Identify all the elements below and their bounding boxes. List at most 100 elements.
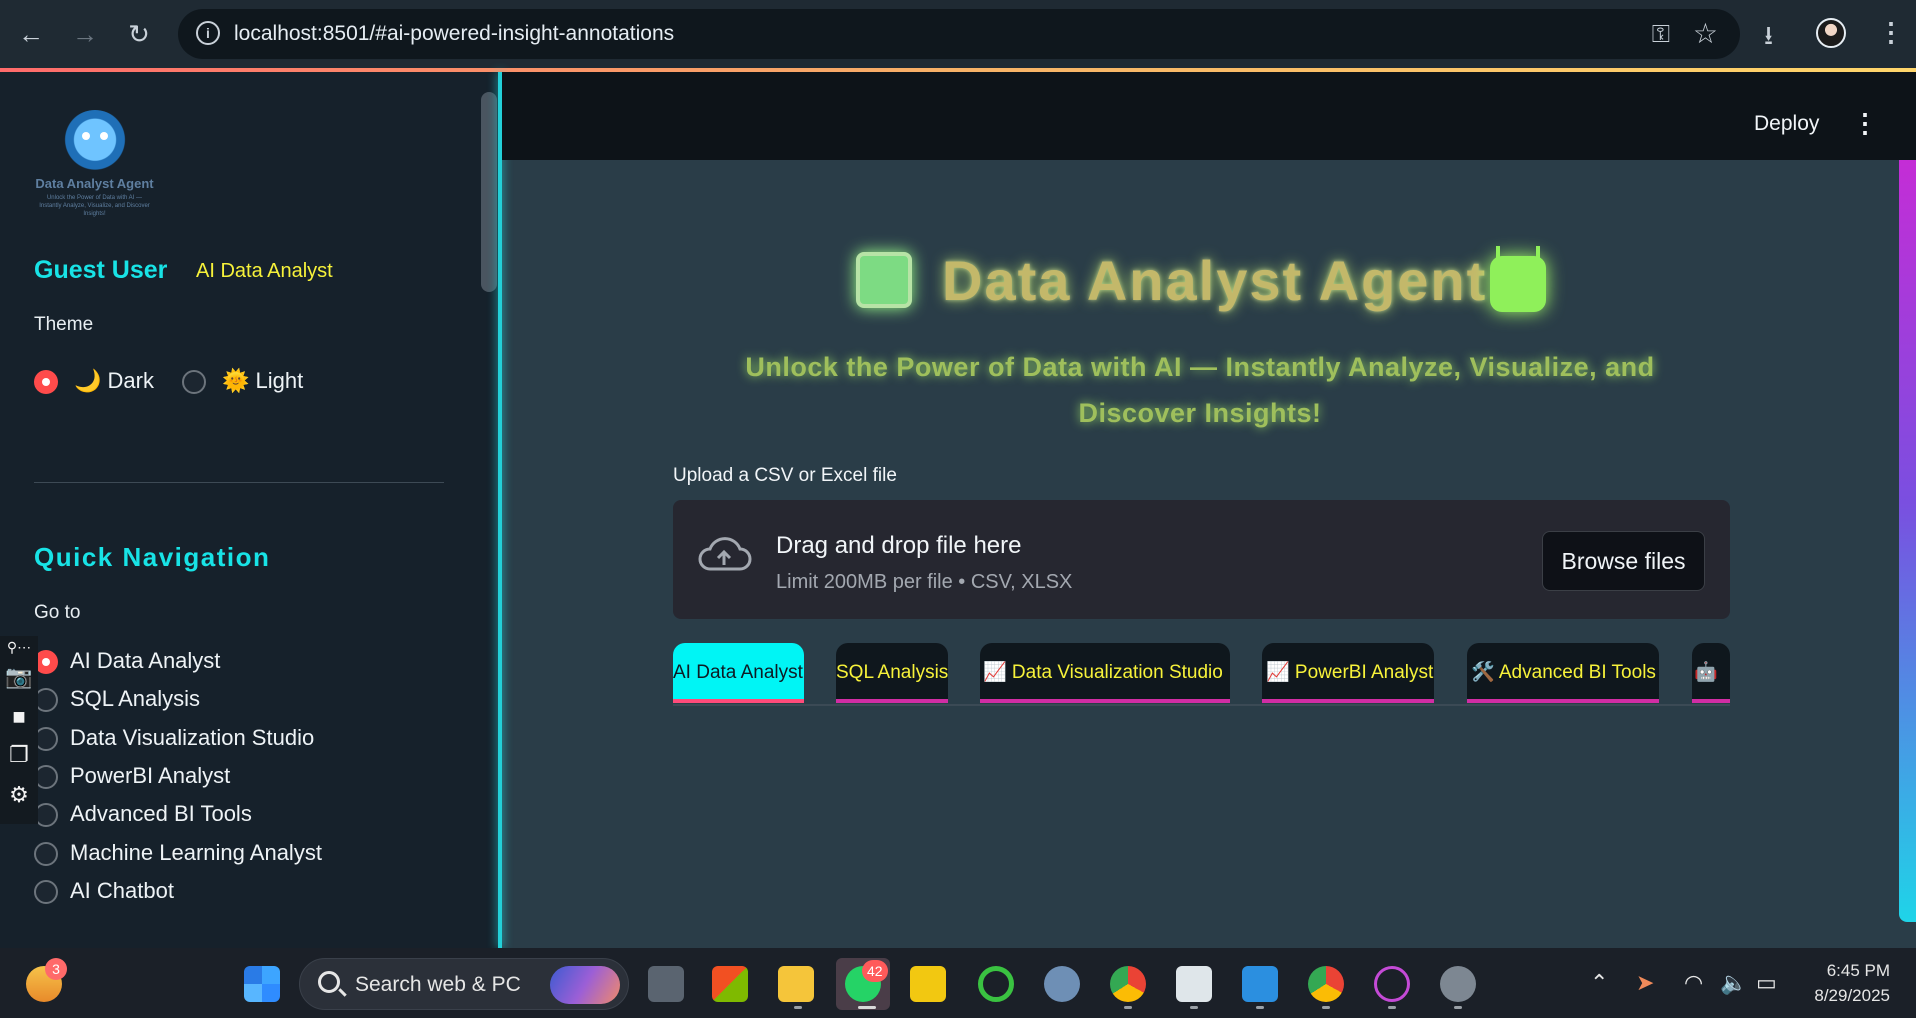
- settings-icon[interactable]: [1440, 966, 1476, 1002]
- robot-icon: [1490, 246, 1546, 312]
- user-role: AI Data Analyst: [196, 260, 333, 282]
- tab-powerbi-analyst[interactable]: 📈 PowerBI Analyst: [1262, 643, 1434, 703]
- sidebar-scrollbar[interactable]: [481, 92, 497, 292]
- hero-subtitle: Unlock the Power of Data with AI — Insta…: [745, 352, 1655, 428]
- nav-option-advanced-bi-tools[interactable]: Advanced BI Tools: [70, 801, 252, 827]
- logo-subtitle: Unlock the Power of Data with AI — Insta…: [39, 195, 150, 217]
- browse-files-button[interactable]: Browse files: [1542, 531, 1705, 591]
- theme-light-radio[interactable]: [182, 370, 206, 394]
- browser-toolbar: ← → ↻ i localhost:8501/#ai-powered-insig…: [0, 0, 1916, 70]
- window-app-icon[interactable]: [1176, 966, 1212, 1002]
- tab-sql-analysis[interactable]: SQL Analysis: [836, 643, 948, 703]
- camera-icon[interactable]: 📷: [5, 666, 33, 688]
- sun-icon: 🌞: [222, 368, 250, 393]
- vscode-running-indicator: [1256, 1006, 1264, 1009]
- download-icon[interactable]: ⭳: [1764, 17, 1773, 61]
- os-taskbar: [0, 948, 1916, 1018]
- video-camera-icon[interactable]: ■: [5, 706, 33, 728]
- chrome-running-indicator: [1124, 1006, 1132, 1009]
- green-square-icon: [856, 252, 912, 308]
- dropzone-title: Drag and drop file here: [776, 532, 1022, 559]
- main-scrollbar[interactable]: [1899, 160, 1916, 922]
- vscode-icon[interactable]: [1242, 966, 1278, 1002]
- forward-icon[interactable]: →: [68, 17, 102, 51]
- nav-option-powerbi-analyst[interactable]: PowerBI Analyst: [70, 763, 230, 789]
- settings-gear-icon[interactable]: ⚙: [5, 784, 33, 806]
- upload-label: Upload a CSV or Excel file: [673, 465, 897, 486]
- goto-label: Go to: [34, 602, 81, 623]
- nav-radio-ai-chatbot[interactable]: [34, 880, 58, 904]
- address-bar[interactable]: i localhost:8501/#ai-powered-insight-ann…: [178, 9, 1740, 59]
- chrome-profile-running-indicator: [1322, 1006, 1330, 1009]
- tab-ai-data-analyst[interactable]: AI Data Analyst: [673, 643, 804, 703]
- nav-radio-machine-learning-analyst[interactable]: [34, 842, 58, 866]
- task-view-icon[interactable]: [648, 966, 684, 1002]
- battery-icon[interactable]: ▭: [1756, 970, 1777, 996]
- theme-light-label: Light: [255, 368, 304, 393]
- volume-icon[interactable]: 🔈: [1720, 970, 1747, 996]
- robot-logo-icon: [62, 110, 128, 176]
- tab-advanced-bi-tools[interactable]: 🛠️ Advanced BI Tools: [1467, 643, 1659, 703]
- tab-robot-partial[interactable]: 🤖: [1692, 643, 1730, 703]
- clock-time: 6:45 PM: [1826, 961, 1890, 980]
- theme-label: Theme: [34, 314, 94, 335]
- password-key-icon[interactable]: ⚿: [1652, 21, 1670, 49]
- user-name: Guest User: [34, 256, 168, 284]
- moon-icon: 🌙: [74, 368, 102, 393]
- taskbar-search[interactable]: Search web & PC: [299, 958, 629, 1010]
- tray-expand-icon[interactable]: ⌃: [1590, 970, 1608, 996]
- theme-dark-label: Dark: [107, 368, 154, 393]
- windows-icon[interactable]: ❐: [5, 744, 33, 766]
- media-player-running-indicator: [1388, 1006, 1396, 1009]
- tab-data-visualization-studio[interactable]: 📈 Data Visualization Studio: [980, 643, 1230, 703]
- search-placeholder: Search web & PC: [355, 973, 521, 996]
- hero-title: Data Analyst Agent: [942, 249, 1488, 312]
- tabs-baseline: [673, 704, 1730, 706]
- browser-menu-icon[interactable]: ⋮: [1878, 17, 1904, 48]
- sidebar: Data Analyst Agent Unlock the Power of D…: [0, 72, 498, 948]
- nav-option-ai-chatbot[interactable]: AI Chatbot: [70, 878, 174, 904]
- windows-start-icon[interactable]: [244, 966, 280, 1002]
- kebab-menu-icon[interactable]: ⋮: [1852, 108, 1878, 138]
- circular-app-icon[interactable]: [978, 966, 1014, 1002]
- nav-option-sql-analysis[interactable]: SQL Analysis: [70, 686, 200, 712]
- sidebar-divider: [34, 482, 444, 483]
- theme-dark-option[interactable]: 🌙 Dark: [74, 368, 154, 394]
- bookmark-star-icon[interactable]: ☆: [1693, 17, 1718, 50]
- chrome-profile-icon[interactable]: [1308, 966, 1344, 1002]
- microsoft-store-icon[interactable]: [712, 966, 748, 1002]
- window-app-running-indicator: [1190, 1006, 1198, 1009]
- file-explorer-icon[interactable]: [778, 966, 814, 1002]
- back-icon[interactable]: ←: [14, 17, 48, 51]
- app-logo: Data Analyst Agent Unlock the Power of D…: [32, 110, 157, 225]
- clock-date: 8/29/2025: [1814, 986, 1890, 1005]
- dropzone-limit: Limit 200MB per file • CSV, XLSX: [776, 571, 1073, 593]
- nav-option-ai-data-analyst[interactable]: AI Data Analyst: [70, 648, 220, 674]
- nav-option-data-visualization-studio[interactable]: Data Visualization Studio: [70, 725, 314, 751]
- theme-light-option[interactable]: 🌞 Light: [222, 368, 303, 394]
- system-clock[interactable]: 6:45 PM 8/29/2025: [1790, 958, 1890, 1008]
- search-highlight-art: [550, 966, 620, 1004]
- app-header: [502, 72, 1916, 160]
- more-options-icon[interactable]: ⚲⋯: [5, 636, 33, 658]
- profile-avatar[interactable]: [1816, 18, 1846, 48]
- chrome-icon[interactable]: [1110, 966, 1146, 1002]
- site-info-icon[interactable]: i: [196, 21, 220, 45]
- theme-dark-radio[interactable]: [34, 370, 58, 394]
- reload-icon[interactable]: ↻: [122, 17, 156, 51]
- wifi-icon[interactable]: ◠: [1684, 970, 1703, 996]
- logo-title: Data Analyst Agent: [35, 176, 154, 191]
- whatsapp-badge: 42: [862, 960, 888, 982]
- media-player-icon[interactable]: [1374, 966, 1410, 1002]
- location-arrow-icon[interactable]: ➤: [1636, 970, 1654, 996]
- whatsapp-running-indicator: [858, 1006, 876, 1009]
- postgres-elephant-icon[interactable]: [1044, 966, 1080, 1002]
- weather-badge: 3: [45, 958, 67, 980]
- search-icon: [318, 971, 340, 993]
- deploy-button[interactable]: Deploy: [1754, 112, 1819, 136]
- url-text[interactable]: localhost:8501/#ai-powered-insight-annot…: [234, 22, 674, 46]
- nav-option-machine-learning-analyst[interactable]: Machine Learning Analyst: [70, 840, 322, 866]
- power-bi-icon[interactable]: [910, 966, 946, 1002]
- floating-capture-toolbar: ⚲⋯ 📷 ■ ❐ ⚙: [0, 636, 38, 824]
- cloud-upload-icon: [698, 537, 752, 571]
